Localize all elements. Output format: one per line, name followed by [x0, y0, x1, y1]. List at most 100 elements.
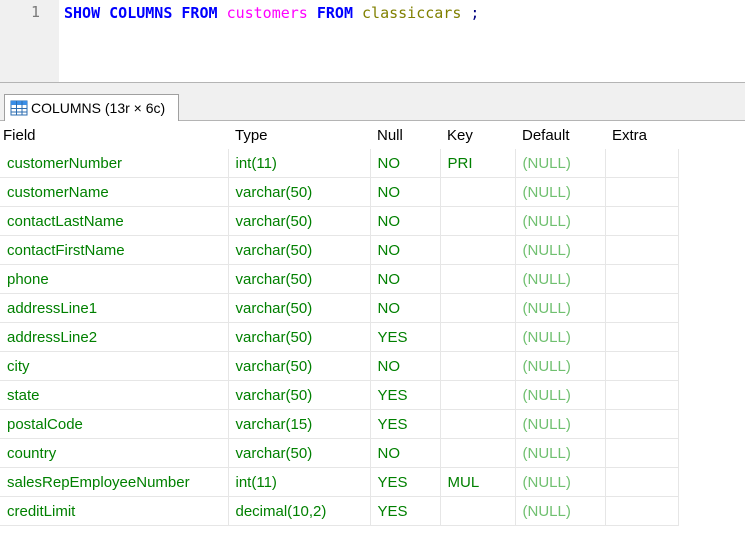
cell-default[interactable]: (NULL) — [515, 380, 606, 410]
table-row[interactable]: salesRepEmployeeNumber int(11) YES MUL (NULL… — [0, 467, 679, 497]
cell-extra[interactable] — [605, 438, 679, 468]
cell-type[interactable]: varchar(50) — [228, 351, 371, 381]
cell-key[interactable] — [440, 380, 516, 410]
cell-field[interactable]: creditLimit — [0, 496, 229, 526]
table-row[interactable]: creditLimit decimal(10,2) YES (NULL) — [0, 496, 679, 526]
result-grid[interactable]: Field Type Null Key Default Extra custom… — [0, 121, 679, 526]
cell-key[interactable] — [440, 235, 516, 265]
table-row[interactable]: country varchar(50) NO (NULL) — [0, 438, 679, 468]
cell-extra[interactable] — [605, 235, 679, 265]
cell-extra[interactable] — [605, 293, 679, 323]
cell-type[interactable]: varchar(50) — [228, 438, 371, 468]
cell-field[interactable]: state — [0, 380, 229, 410]
cell-null[interactable]: NO — [370, 264, 441, 294]
cell-key[interactable] — [440, 206, 516, 236]
cell-null[interactable]: YES — [370, 380, 441, 410]
cell-key[interactable] — [440, 409, 516, 439]
cell-field[interactable]: contactLastName — [0, 206, 229, 236]
cell-null[interactable]: YES — [370, 496, 441, 526]
cell-type[interactable]: int(11) — [228, 149, 371, 178]
cell-default[interactable]: (NULL) — [515, 496, 606, 526]
cell-null[interactable]: NO — [370, 177, 441, 207]
table-row[interactable]: contactLastName varchar(50) NO (NULL) — [0, 206, 679, 236]
cell-type[interactable]: varchar(50) — [228, 322, 371, 352]
cell-default[interactable]: (NULL) — [515, 467, 606, 497]
cell-key[interactable] — [440, 496, 516, 526]
cell-extra[interactable] — [605, 206, 679, 236]
cell-type[interactable]: varchar(50) — [228, 380, 371, 410]
cell-default[interactable]: (NULL) — [515, 293, 606, 323]
column-header-null[interactable]: Null — [370, 121, 440, 149]
cell-key[interactable]: MUL — [440, 467, 516, 497]
cell-field[interactable]: postalCode — [0, 409, 229, 439]
cell-default[interactable]: (NULL) — [515, 235, 606, 265]
cell-null[interactable]: NO — [370, 149, 441, 178]
cell-field[interactable]: customerNumber — [0, 149, 229, 178]
cell-key[interactable]: PRI — [440, 149, 516, 178]
table-row[interactable]: state varchar(50) YES (NULL) — [0, 380, 679, 410]
cell-key[interactable] — [440, 322, 516, 352]
cell-type[interactable]: varchar(50) — [228, 293, 371, 323]
cell-field[interactable]: phone — [0, 264, 229, 294]
cell-extra[interactable] — [605, 149, 679, 178]
cell-type[interactable]: varchar(50) — [228, 235, 371, 265]
cell-default[interactable]: (NULL) — [515, 149, 606, 178]
cell-null[interactable]: YES — [370, 467, 441, 497]
query-line[interactable]: SHOW COLUMNS FROM customers FROM classic… — [64, 3, 479, 23]
cell-field[interactable]: contactFirstName — [0, 235, 229, 265]
table-row[interactable]: postalCode varchar(15) YES (NULL) — [0, 409, 679, 439]
cell-null[interactable]: NO — [370, 293, 441, 323]
cell-type[interactable]: varchar(50) — [228, 177, 371, 207]
cell-extra[interactable] — [605, 409, 679, 439]
column-header-field[interactable]: Field — [0, 121, 228, 149]
table-row[interactable]: city varchar(50) NO (NULL) — [0, 351, 679, 381]
table-row[interactable]: addressLine1 varchar(50) NO (NULL) — [0, 293, 679, 323]
column-header-type[interactable]: Type — [228, 121, 370, 149]
cell-null[interactable]: NO — [370, 351, 441, 381]
cell-default[interactable]: (NULL) — [515, 322, 606, 352]
cell-null[interactable]: YES — [370, 409, 441, 439]
table-row[interactable]: phone varchar(50) NO (NULL) — [0, 264, 679, 294]
cell-default[interactable]: (NULL) — [515, 264, 606, 294]
sql-editor[interactable]: 1 SHOW COLUMNS FROM customers FROM class… — [0, 0, 745, 83]
cell-extra[interactable] — [605, 264, 679, 294]
column-header-default[interactable]: Default — [515, 121, 605, 149]
table-row[interactable]: contactFirstName varchar(50) NO (NULL) — [0, 235, 679, 265]
cell-default[interactable]: (NULL) — [515, 409, 606, 439]
column-header-key[interactable]: Key — [440, 121, 515, 149]
cell-type[interactable]: int(11) — [228, 467, 371, 497]
cell-key[interactable] — [440, 293, 516, 323]
cell-extra[interactable] — [605, 322, 679, 352]
cell-null[interactable]: NO — [370, 438, 441, 468]
cell-null[interactable]: NO — [370, 206, 441, 236]
table-row[interactable]: customerNumber int(11) NO PRI (NULL) — [0, 149, 679, 178]
table-row[interactable]: customerName varchar(50) NO (NULL) — [0, 177, 679, 207]
cell-extra[interactable] — [605, 351, 679, 381]
cell-key[interactable] — [440, 177, 516, 207]
table-row[interactable]: addressLine2 varchar(50) YES (NULL) — [0, 322, 679, 352]
cell-default[interactable]: (NULL) — [515, 206, 606, 236]
cell-field[interactable]: salesRepEmployeeNumber — [0, 467, 229, 497]
cell-key[interactable] — [440, 264, 516, 294]
tab-columns-result[interactable]: COLUMNS (13r × 6c) — [4, 94, 179, 121]
cell-field[interactable]: addressLine2 — [0, 322, 229, 352]
cell-field[interactable]: country — [0, 438, 229, 468]
cell-default[interactable]: (NULL) — [515, 438, 606, 468]
cell-type[interactable]: decimal(10,2) — [228, 496, 371, 526]
cell-extra[interactable] — [605, 380, 679, 410]
cell-field[interactable]: addressLine1 — [0, 293, 229, 323]
cell-field[interactable]: city — [0, 351, 229, 381]
cell-extra[interactable] — [605, 467, 679, 497]
cell-extra[interactable] — [605, 496, 679, 526]
cell-key[interactable] — [440, 438, 516, 468]
cell-type[interactable]: varchar(15) — [228, 409, 371, 439]
cell-type[interactable]: varchar(50) — [228, 264, 371, 294]
cell-default[interactable]: (NULL) — [515, 177, 606, 207]
cell-key[interactable] — [440, 351, 516, 381]
cell-extra[interactable] — [605, 177, 679, 207]
cell-default[interactable]: (NULL) — [515, 351, 606, 381]
cell-type[interactable]: varchar(50) — [228, 206, 371, 236]
cell-field[interactable]: customerName — [0, 177, 229, 207]
cell-null[interactable]: YES — [370, 322, 441, 352]
cell-null[interactable]: NO — [370, 235, 441, 265]
